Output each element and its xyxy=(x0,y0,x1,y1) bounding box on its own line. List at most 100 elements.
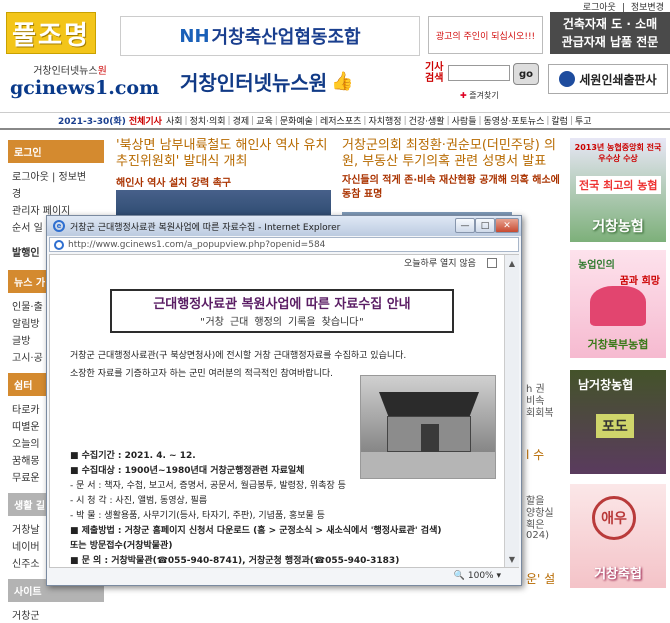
r1-top-text: 2013년 농협중앙회 전국 우수상 수상 xyxy=(574,143,662,163)
intro-line: 거창군 근대행정사료관(구 북상면청사)에 전시할 거창 근대행정자료를 수집하… xyxy=(70,351,407,361)
notice-title: 근대행정사료관 복원사업에 따른 자료수집 안내 xyxy=(153,297,411,312)
nav-item[interactable]: 자치행정 xyxy=(368,114,401,127)
notice-heading-box: 근대행정사료관 복원사업에 따른 자료수집 안내 "거창 근대 행정의 기록을 … xyxy=(110,289,454,333)
r3-title: 남거창농협 xyxy=(578,378,634,392)
headline-title[interactable]: '북상면 남부내륙철도 해인사 역사 유치 추진위원회' 발대식 개최 xyxy=(116,138,331,170)
r2-text1: 농업인의 xyxy=(578,260,615,271)
geochang-livestock-coop-banner[interactable]: 애우 거창축협 xyxy=(570,484,666,588)
r1-mid-text: 전국 최고의 농협 xyxy=(576,176,661,194)
headline-subtitle: 해인사 역사 설치 강력 촉구 xyxy=(116,178,232,189)
nav-item[interactable]: 교육 xyxy=(256,114,273,127)
ad-banner[interactable]: 광고의 주인이 되십시오!!! xyxy=(428,16,543,54)
nav-item[interactable]: 레저스포츠 xyxy=(320,114,361,127)
internet-explorer-icon: e xyxy=(53,220,65,232)
internet-explorer-icon xyxy=(54,239,64,250)
building-materials-banner[interactable]: 건축자재 도 · 소매관급자재 납품 전문 xyxy=(550,12,670,54)
nav-all-articles[interactable]: 전체기사 xyxy=(129,114,162,127)
popup-statusbar: 🔍 100% ▾ xyxy=(453,571,501,581)
notice-intro: 거창군 근대행정사료관(구 북상면청사)에 전시할 거창 근대행정자료를 수집하… xyxy=(70,347,410,383)
site-title: 거창인터넷뉴스원 xyxy=(180,70,328,95)
nav-item[interactable]: 경제 xyxy=(233,114,250,127)
detail-documents: - 문 서 : 책자, 수첩, 보고서, 증명서, 공문서, 월급봉투, 발령장… xyxy=(70,481,346,491)
dont-show-today-checkbox[interactable] xyxy=(487,258,497,268)
detail-period: ■ 수집기간 : 2021. 4. ~ 12. xyxy=(70,451,196,461)
nh-prefix: NH xyxy=(179,25,210,47)
nav-item[interactable]: 정치·의회 xyxy=(190,114,226,127)
close-button[interactable]: ✕ xyxy=(495,218,519,233)
nav-item[interactable]: 투고 xyxy=(575,114,592,127)
building-line2: 관급자재 납품 전문 xyxy=(561,35,659,49)
r3-label: 포도 xyxy=(596,414,634,438)
south-geochang-nonghyup-banner[interactable]: 남거창농협 포도 xyxy=(570,370,666,474)
maximize-button[interactable]: □ xyxy=(475,218,495,233)
text-fragment: 운' 설 xyxy=(526,572,556,586)
detail-submit-2: 또는 방문접수(거창박물관) xyxy=(70,541,173,551)
print-logo-icon xyxy=(559,71,576,87)
detail-audiovisual: - 시 청 각 : 사진, 앨범, 동영상, 필름 xyxy=(70,496,208,506)
nav-item[interactable]: 사회 xyxy=(166,114,183,127)
popup-scrollbar[interactable]: ▲ ▼ xyxy=(504,255,519,567)
r1-label: 거창농협 xyxy=(592,219,644,235)
nav-item[interactable]: 동영상·포토뉴스 xyxy=(484,114,545,127)
nav-item[interactable]: 칼럼 xyxy=(551,114,568,127)
favorite-link[interactable]: ✚ 즐겨찾기 xyxy=(460,90,499,101)
dont-show-today-label: 오늘하루 열지 않음 xyxy=(404,259,476,269)
thumbs-up-icon: 👍 xyxy=(331,70,354,92)
logo-domain: gcinews1.com xyxy=(10,77,160,99)
site-title-banner[interactable]: 거창인터넷뉴스원 👍 xyxy=(180,66,390,96)
site-logo[interactable]: 거창인터넷뉴스원 gcinews1.com xyxy=(10,62,160,102)
r4-label: 거창축협 xyxy=(594,567,642,582)
nav-item[interactable]: 건강·생활 xyxy=(409,114,445,127)
text-fragment: l 수 xyxy=(526,448,545,462)
detail-submit: ■ 제출방법 : 거창군 홈페이지 신청서 다운로드 (홈 > 군정소식 > 새… xyxy=(70,526,442,536)
headline-title[interactable]: 거창군의회 최정환·권순모(더민주당) 의원, 부동산 투기의혹 관련 성명서 … xyxy=(342,138,560,170)
headline-news-2[interactable]: 거창군의회 최정환·권순모(더민주당) 의원, 부동산 투기의혹 관련 성명서 … xyxy=(342,138,560,202)
geochang-north-nonghyup-banner[interactable]: 농업인의 꿈과 희망 거창북부농협 xyxy=(570,250,666,358)
sidebar-link[interactable]: 거창군 xyxy=(8,606,104,623)
nh-livestock-banner[interactable]: NH 거창축산업협동조합 xyxy=(120,16,420,56)
detail-target: ■ 수집대상 : 1900년~1980년대 거창군행정관련 자료일체 xyxy=(70,466,305,476)
headline-subtitle: 자신들의 적게 존·비속 재산현황 공개해 의혹 해소에 동참 표명 xyxy=(342,175,560,200)
popup-titlebar[interactable]: e 거창군 근대행정사료관 복원사업에 따른 자료수집 - Internet E… xyxy=(47,216,521,236)
text-fragment: 024) xyxy=(526,530,549,541)
login-item: 경 xyxy=(12,189,22,200)
intro-line: 소장한 자료를 기증하고자 하는 군민 여러분의 적극적인 참여바랍니다. xyxy=(70,369,334,379)
zoom-icon[interactable]: 🔍 xyxy=(454,571,465,581)
scroll-down-icon[interactable]: ▼ xyxy=(506,552,518,566)
aewoo-logo-icon: 애우 xyxy=(592,496,636,540)
logout-edit-link[interactable]: 로그아웃 | 정보변 xyxy=(8,167,104,184)
r2-text2: 꿈과 희망 xyxy=(619,276,660,287)
popup-content: 오늘하루 열지 않음 ▲ ▼ 근대행정사료관 복원사업에 따른 자료수집 안내 … xyxy=(49,254,519,568)
search-go-button[interactable]: go xyxy=(513,63,539,85)
scroll-up-icon[interactable]: ▲ xyxy=(506,256,518,270)
zoom-level[interactable]: 100% xyxy=(468,571,494,581)
detail-contact: ■ 문 의 : 거창박물관(☎055-940-8741), 거창군청 행정과(☎… xyxy=(70,556,400,566)
address-url: http://www.gcinews1.com/a_popupview.php?… xyxy=(68,239,326,250)
main-nav: 2021-3-30(화) 전체기사 사회 | 정치·의회 | 경제 | 교육 | 문화예… xyxy=(0,112,670,130)
search-input[interactable] xyxy=(448,65,510,81)
notice-subtitle: "거창 근대 행정의 기록을 찾습니다" xyxy=(199,317,365,328)
detail-artifacts: - 박 물 : 생활용품, 사무기기(등사, 타자기, 주판), 기념품, 홍보… xyxy=(70,511,325,521)
text-fragment: 회회복 xyxy=(526,408,554,419)
pulchomyeong-text: 풀조명 xyxy=(12,20,90,51)
nh-text: 거창축산업협동조합 xyxy=(211,27,361,48)
geochang-nonghyup-banner[interactable]: 2013년 농협중앙회 전국 우수상 수상 전국 최고의 농협 거창농협 xyxy=(570,138,666,242)
ribbon-icon xyxy=(590,286,646,326)
nav-item[interactable]: 사람들 xyxy=(452,114,477,127)
nav-item[interactable]: 문화예술 xyxy=(280,114,313,127)
r2-label: 거창북부농협 xyxy=(587,338,649,351)
headline-news-1[interactable]: '북상면 남부내륙철도 해인사 역사 유치 추진위원회' 발대식 개최 해인사 … xyxy=(116,138,331,189)
ad-text: 광고의 주인이 되십시오!!! xyxy=(435,31,536,42)
pulchomyeong-banner[interactable]: 풀조명 xyxy=(6,12,96,54)
building-line1: 건축자재 도 · 소매 xyxy=(562,17,658,31)
current-date: 2021-3-30(화) xyxy=(58,117,126,127)
print-banner[interactable]: 세원인쇄출판사 xyxy=(548,64,668,94)
minimize-button[interactable]: — xyxy=(455,218,475,233)
search-label: 기사 검색 xyxy=(425,62,444,84)
address-bar[interactable]: http://www.gcinews1.com/a_popupview.php?… xyxy=(49,237,519,252)
login-header: 로그인 xyxy=(8,140,104,163)
popup-window: e 거창군 근대행정사료관 복원사업에 따른 자료수집 - Internet E… xyxy=(46,215,522,586)
star-icon: ✚ xyxy=(460,91,467,100)
text-fragment: 획은 xyxy=(526,520,545,531)
logo-small-text: 거창인터넷뉴스원 xyxy=(33,66,107,77)
